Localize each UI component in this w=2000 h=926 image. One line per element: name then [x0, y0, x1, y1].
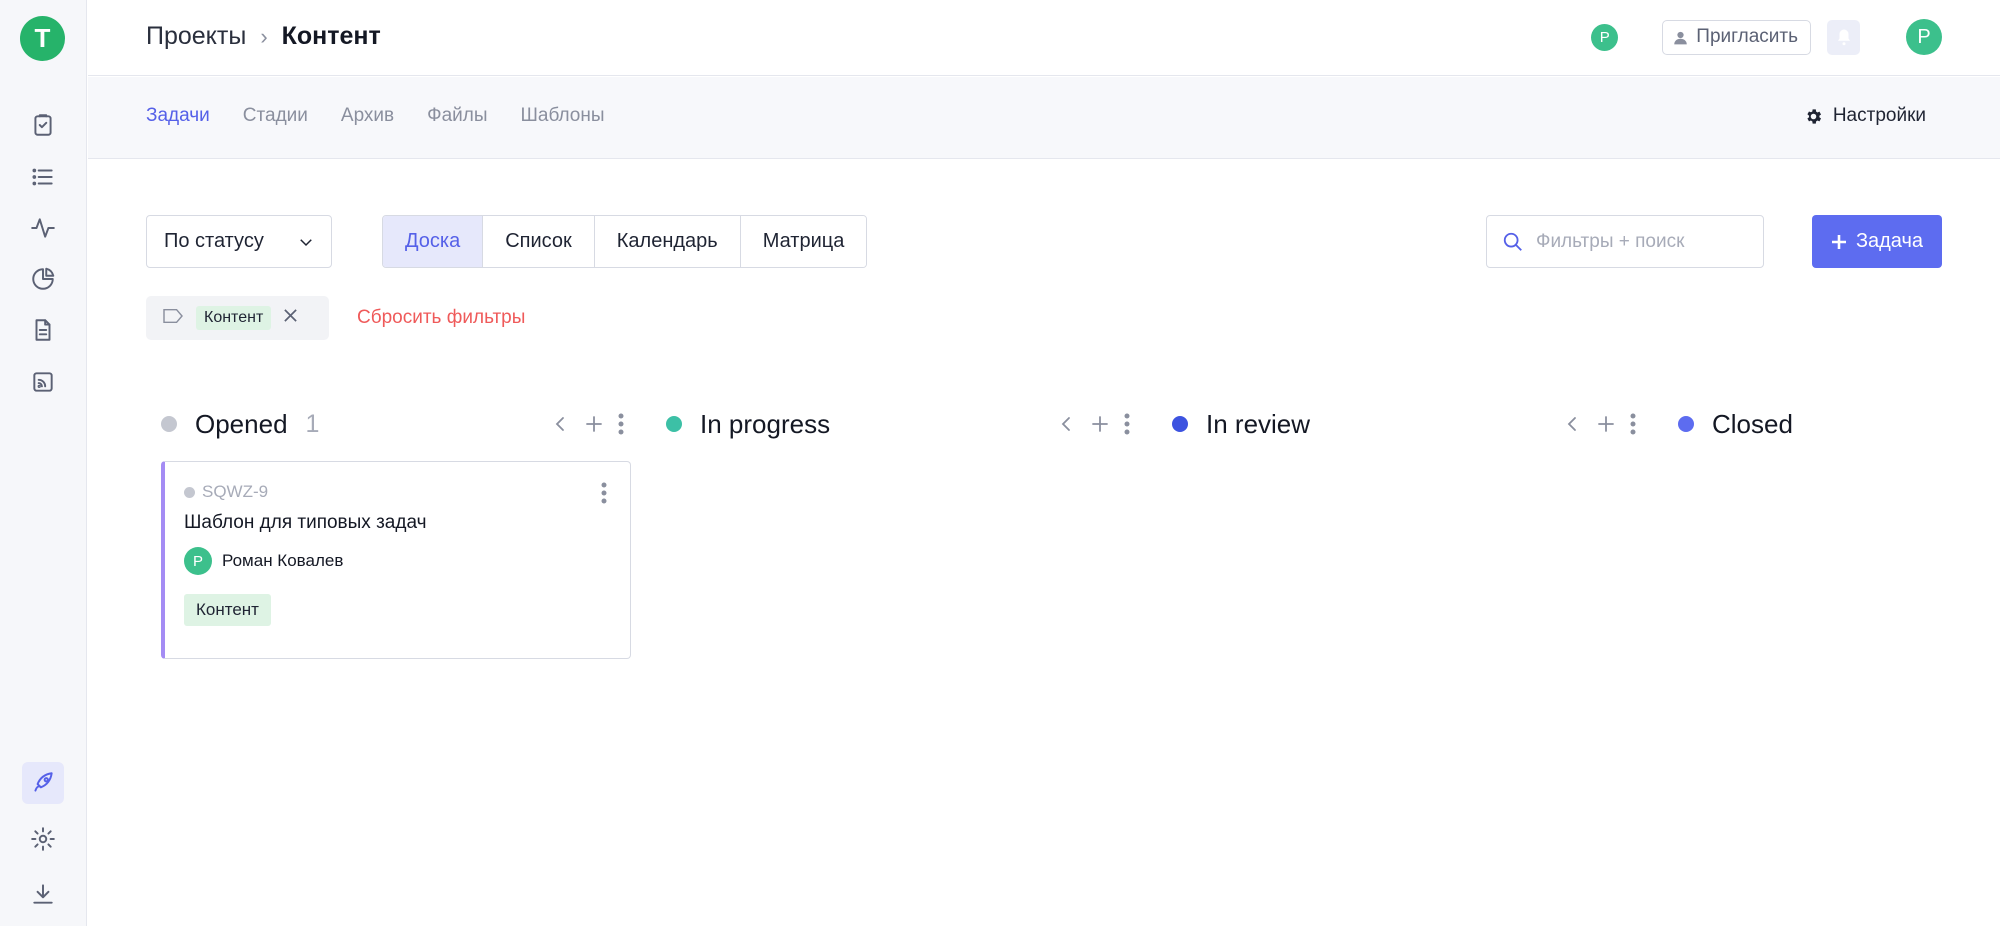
column-header-in-progress: In progress: [666, 409, 830, 439]
notifications-button[interactable]: [1827, 19, 1860, 55]
column-count: 1: [305, 409, 320, 438]
invite-label: Пригласить: [1696, 26, 1798, 47]
view-list-button[interactable]: Список: [483, 216, 595, 267]
filter-tag: Контент: [196, 306, 272, 330]
page-title: Контент: [281, 22, 381, 50]
rss-icon[interactable]: [22, 361, 64, 403]
rocket-icon[interactable]: [22, 762, 64, 804]
add-card-icon[interactable]: [583, 411, 605, 442]
column-title: Opened: [195, 408, 288, 439]
search-input[interactable]: [1536, 230, 1736, 253]
add-card-icon[interactable]: [1595, 411, 1617, 442]
pie-chart-icon[interactable]: [22, 258, 64, 300]
add-task-button[interactable]: Задача: [1812, 215, 1942, 268]
document-icon[interactable]: [22, 309, 64, 351]
column-actions: [549, 411, 625, 442]
chevron-left-icon[interactable]: [549, 411, 571, 442]
group-by-select[interactable]: По статусу: [146, 215, 332, 268]
status-dot: [1678, 416, 1694, 432]
column-title: In review: [1206, 408, 1311, 439]
task-tag: Контент: [184, 594, 271, 626]
more-vertical-icon[interactable]: [1123, 411, 1131, 442]
settings-label: Настройки: [1832, 105, 1926, 126]
column-title: Closed: [1712, 408, 1793, 439]
assignee-name: Роман Ковалев: [222, 551, 344, 570]
search-box: [1486, 215, 1764, 268]
breadcrumb: Проекты › Контент: [146, 22, 381, 51]
reset-filters-link[interactable]: Сбросить фильтры: [357, 307, 525, 329]
add-card-icon[interactable]: [1089, 411, 1111, 442]
project-member-avatar[interactable]: Р: [1591, 23, 1619, 51]
tab-stages[interactable]: Стадии: [243, 105, 308, 127]
sidebar-rail: T: [0, 0, 87, 926]
breadcrumb-projects-link[interactable]: Проекты: [146, 22, 246, 51]
search-icon: [1503, 232, 1522, 251]
view-calendar-button[interactable]: Календарь: [594, 216, 741, 267]
status-dot: [161, 416, 177, 432]
tag-icon: [162, 307, 184, 330]
column-title: In progress: [700, 408, 831, 439]
column-header-closed: Closed: [1678, 409, 1793, 439]
workspace-avatar[interactable]: T: [20, 16, 65, 61]
card-more-icon[interactable]: [600, 481, 608, 510]
more-vertical-icon[interactable]: [1629, 411, 1637, 442]
column-actions: [1561, 411, 1637, 442]
task-card[interactable]: SQWZ-9 Шаблон для типовых задач Р Роман …: [161, 461, 631, 659]
view-switcher: Доска Список Календарь Матрица: [382, 215, 868, 268]
invite-button[interactable]: Пригласить: [1662, 19, 1811, 55]
remove-filter-icon[interactable]: [283, 308, 298, 328]
tab-templates[interactable]: Шаблоны: [521, 105, 605, 127]
status-dot: [666, 416, 682, 432]
task-key: SQWZ-9: [184, 482, 268, 502]
chevron-down-icon: [300, 238, 312, 246]
view-board-button[interactable]: Доска: [383, 216, 484, 267]
tab-archive[interactable]: Архив: [341, 105, 394, 127]
gear-icon: [1807, 108, 1821, 124]
add-task-label: Задача: [1855, 230, 1924, 252]
active-filter: Контент: [146, 296, 329, 340]
more-vertical-icon[interactable]: [617, 411, 625, 442]
gear-icon[interactable]: [22, 818, 64, 860]
column-header-in-review: In review: [1172, 409, 1310, 439]
breadcrumb-separator: ›: [260, 23, 268, 49]
activity-icon[interactable]: [22, 207, 64, 249]
project-subnav: Задачи Стадии Архив Файлы Шаблоны Настро…: [88, 77, 2000, 159]
status-dot: [1172, 416, 1188, 432]
chevron-left-icon[interactable]: [1561, 411, 1583, 442]
task-assignee: Р Роман Ковалев: [184, 547, 343, 575]
group-by-value: По статусу: [164, 230, 264, 252]
settings-button[interactable]: Настройки: [1804, 105, 1926, 127]
user-avatar[interactable]: Р: [1906, 19, 1942, 55]
status-dot: [184, 486, 195, 498]
task-key-text: SQWZ-9: [202, 482, 269, 501]
tab-tasks[interactable]: Задачи: [146, 105, 210, 127]
column-actions: [1055, 411, 1131, 442]
task-title: Шаблон для типовых задач: [184, 512, 427, 533]
bell-icon: [1837, 29, 1850, 46]
tab-files[interactable]: Файлы: [427, 105, 487, 127]
chevron-left-icon[interactable]: [1055, 411, 1077, 442]
user-icon: [1674, 31, 1688, 44]
top-bar: Проекты › Контент Р Пригласить Р: [88, 0, 2000, 76]
plus-icon: [1831, 234, 1846, 249]
assignee-avatar: Р: [184, 547, 212, 575]
list-icon[interactable]: [22, 156, 64, 198]
download-icon[interactable]: [22, 873, 64, 915]
column-header-opened: Opened 1: [161, 409, 319, 439]
clipboard-check-icon[interactable]: [22, 104, 64, 146]
view-matrix-button[interactable]: Матрица: [740, 216, 867, 267]
